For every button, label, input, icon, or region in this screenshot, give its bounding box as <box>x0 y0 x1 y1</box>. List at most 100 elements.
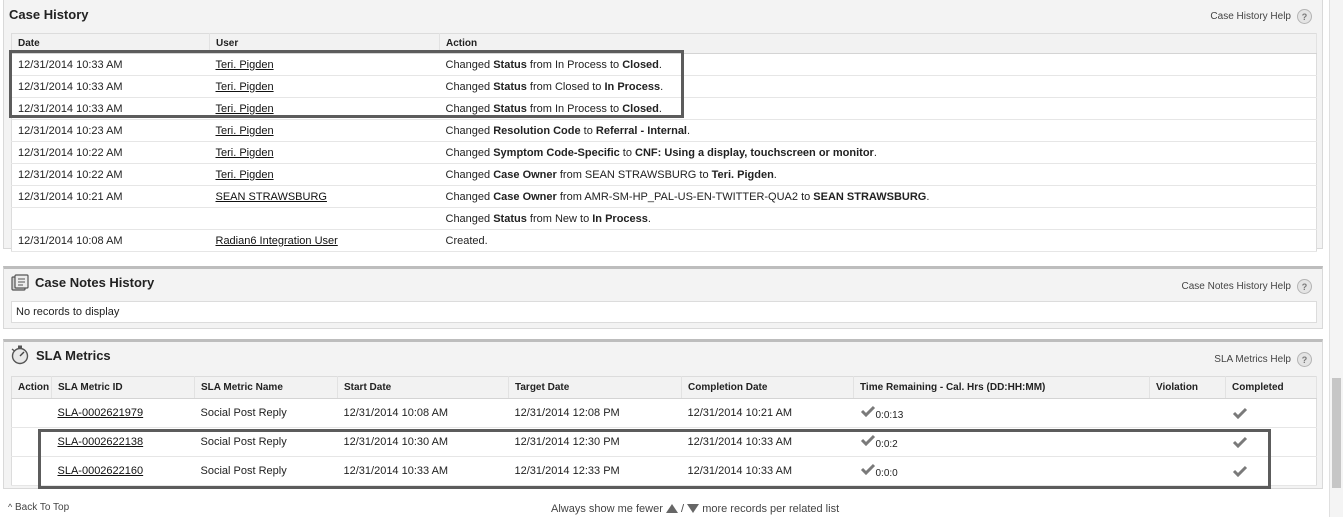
sla-metric-id-link[interactable]: SLA-0002622138 <box>58 436 144 448</box>
back-to-top-label[interactable]: Back To Top <box>15 502 69 513</box>
history-action-part: In Process <box>592 212 648 225</box>
history-action: Changed Symptom Code-Specific to CNF: Us… <box>439 141 1317 164</box>
history-action: Changed Resolution Code to Referral - In… <box>439 119 1317 142</box>
sla-id-cell: SLA-0002622138 <box>51 427 195 457</box>
chevron-up-icon: ^ <box>8 502 13 512</box>
history-action-part: from AMR-SM-HP_PAL-US-EN-TWITTER-QUA2 to <box>556 190 814 203</box>
sla-metric-name: Social Post Reply <box>194 456 338 486</box>
column-header-target-date: Target Date <box>508 376 682 399</box>
history-user-link[interactable]: Teri. Pigden <box>216 59 274 71</box>
history-date: 12/31/2014 10:22 AM <box>11 141 210 164</box>
history-action-part: . <box>660 80 664 93</box>
sla-metrics-help-label[interactable]: SLA Metrics Help <box>1214 354 1291 365</box>
case-notes-help-link[interactable]: Case Notes History Help ? <box>1182 279 1312 294</box>
more-records-label: more records per related list <box>702 503 840 515</box>
sla-action-cell <box>11 456 52 486</box>
sla-metrics-help-link[interactable]: SLA Metrics Help ? <box>1214 352 1312 367</box>
sla-metric-name: Social Post Reply <box>194 427 338 457</box>
column-header-start-date: Start Date <box>337 376 509 399</box>
history-action-part: Closed <box>622 58 659 71</box>
history-action-part: . <box>647 212 651 225</box>
history-user-link[interactable]: Teri. Pigden <box>216 147 274 159</box>
history-action-part: from Closed to <box>526 80 605 93</box>
table-row: Changed Status from New to In Process. <box>11 207 1317 230</box>
sla-id-cell: SLA-0002622160 <box>51 456 195 486</box>
help-icon[interactable]: ? <box>1297 279 1312 294</box>
case-history-help-link[interactable]: Case History Help ? <box>1210 9 1312 24</box>
sla-violation <box>1149 427 1226 457</box>
history-action-part: Referral - Internal <box>595 124 687 137</box>
vertical-scrollbar[interactable] <box>1329 0 1343 517</box>
sla-metrics-panel: SLA Metrics SLA Metrics Help ? Action SL… <box>3 339 1323 489</box>
history-action-part: Status <box>493 58 527 71</box>
scrollbar-thumb[interactable] <box>1332 378 1341 488</box>
table-row: 12/31/2014 10:22 AM Teri. Pigden Changed S… <box>11 141 1317 164</box>
table-row: 12/31/2014 10:08 AM Radian6 Integration U… <box>11 229 1317 252</box>
history-action-part: to <box>619 146 636 159</box>
column-header-action: Action <box>439 33 1317 54</box>
history-date: 12/31/2014 10:23 AM <box>11 119 210 142</box>
sla-metric-id-link[interactable]: SLA-0002621979 <box>58 407 144 419</box>
triangle-down-icon[interactable] <box>687 504 700 513</box>
sla-completed-cell <box>1225 427 1317 457</box>
checkmark-icon <box>1232 465 1247 478</box>
help-icon[interactable]: ? <box>1297 9 1312 24</box>
column-header-time-remaining: Time Remaining - Cal. Hrs (DD:HH:MM) <box>853 376 1150 399</box>
sla-time-remaining: 0:0:2 <box>875 439 898 450</box>
history-user-link[interactable]: Teri. Pigden <box>216 169 274 181</box>
history-action-part: . <box>926 190 930 203</box>
sla-metric-id-link[interactable]: SLA-0002622160 <box>58 465 144 477</box>
sla-time-remaining-cell: 0:0:0 <box>853 456 1150 486</box>
table-row: 12/31/2014 10:21 AM SEAN STRAWSBURG Change… <box>11 185 1317 208</box>
sla-start-date: 12/31/2014 10:30 AM <box>337 427 509 457</box>
sla-time-remaining-cell: 0:0:13 <box>853 398 1150 428</box>
history-action-part: . <box>687 124 691 137</box>
history-action-part: Teri. Pigden <box>711 168 774 181</box>
fewer-records-label: Always show me fewer <box>551 503 663 515</box>
sla-completion-date: 12/31/2014 10:33 AM <box>681 456 854 486</box>
history-user-link[interactable]: Teri. Pigden <box>216 103 274 115</box>
case-history-help-label[interactable]: Case History Help <box>1210 11 1291 22</box>
history-user-link[interactable]: Teri. Pigden <box>216 125 274 137</box>
sla-start-date: 12/31/2014 10:33 AM <box>337 456 509 486</box>
back-to-top-link[interactable]: ^ Back To Top <box>8 502 69 513</box>
case-notes-help-label[interactable]: Case Notes History Help <box>1182 281 1291 292</box>
history-action-part: Resolution Code <box>493 124 581 137</box>
history-action: Changed Case Owner from AMR-SM-HP_PAL-US… <box>439 185 1317 208</box>
history-user-cell: Teri. Pigden <box>209 75 440 98</box>
history-action-part: Changed <box>445 146 494 159</box>
sla-metrics-title: SLA Metrics <box>36 348 111 363</box>
history-action-part: Changed <box>445 102 494 115</box>
history-user-link[interactable]: Radian6 Integration User <box>216 235 338 247</box>
history-user-cell: Teri. Pigden <box>209 119 440 142</box>
sla-action-cell <box>11 398 52 428</box>
sla-start-date: 12/31/2014 10:08 AM <box>337 398 509 428</box>
history-action-part: . <box>658 102 662 115</box>
case-notes-icon <box>11 274 29 291</box>
column-header-user: User <box>209 33 440 54</box>
history-action-part: from In Process to <box>526 58 623 71</box>
history-user-cell <box>209 207 440 230</box>
sla-violation <box>1149 398 1226 428</box>
column-header-completion-date: Completion Date <box>681 376 854 399</box>
history-date: 12/31/2014 10:22 AM <box>11 163 210 186</box>
history-action-part: Status <box>493 212 527 225</box>
sla-target-date: 12/31/2014 12:30 PM <box>508 427 682 457</box>
history-date: 12/31/2014 10:33 AM <box>11 97 210 120</box>
history-user-cell: Teri. Pigden <box>209 53 440 76</box>
history-user-link[interactable]: SEAN STRAWSBURG <box>216 191 327 203</box>
column-header-violation: Violation <box>1149 376 1226 399</box>
history-action-part: Symptom Code-Specific <box>493 146 620 159</box>
history-action-part: . <box>773 168 777 181</box>
sla-completion-date: 12/31/2014 10:33 AM <box>681 427 854 457</box>
case-history-title: Case History <box>9 7 89 22</box>
table-row: 12/31/2014 10:23 AM Teri. Pigden Changed R… <box>11 119 1317 142</box>
triangle-up-icon[interactable] <box>665 504 678 513</box>
sla-target-date: 12/31/2014 12:08 PM <box>508 398 682 428</box>
history-user-link[interactable]: Teri. Pigden <box>216 81 274 93</box>
sla-target-date: 12/31/2014 12:33 PM <box>508 456 682 486</box>
history-action-part: from New to <box>526 212 593 225</box>
sla-completed-cell <box>1225 456 1317 486</box>
history-action: Changed Status from Closed to In Process… <box>439 75 1317 98</box>
help-icon[interactable]: ? <box>1297 352 1312 367</box>
